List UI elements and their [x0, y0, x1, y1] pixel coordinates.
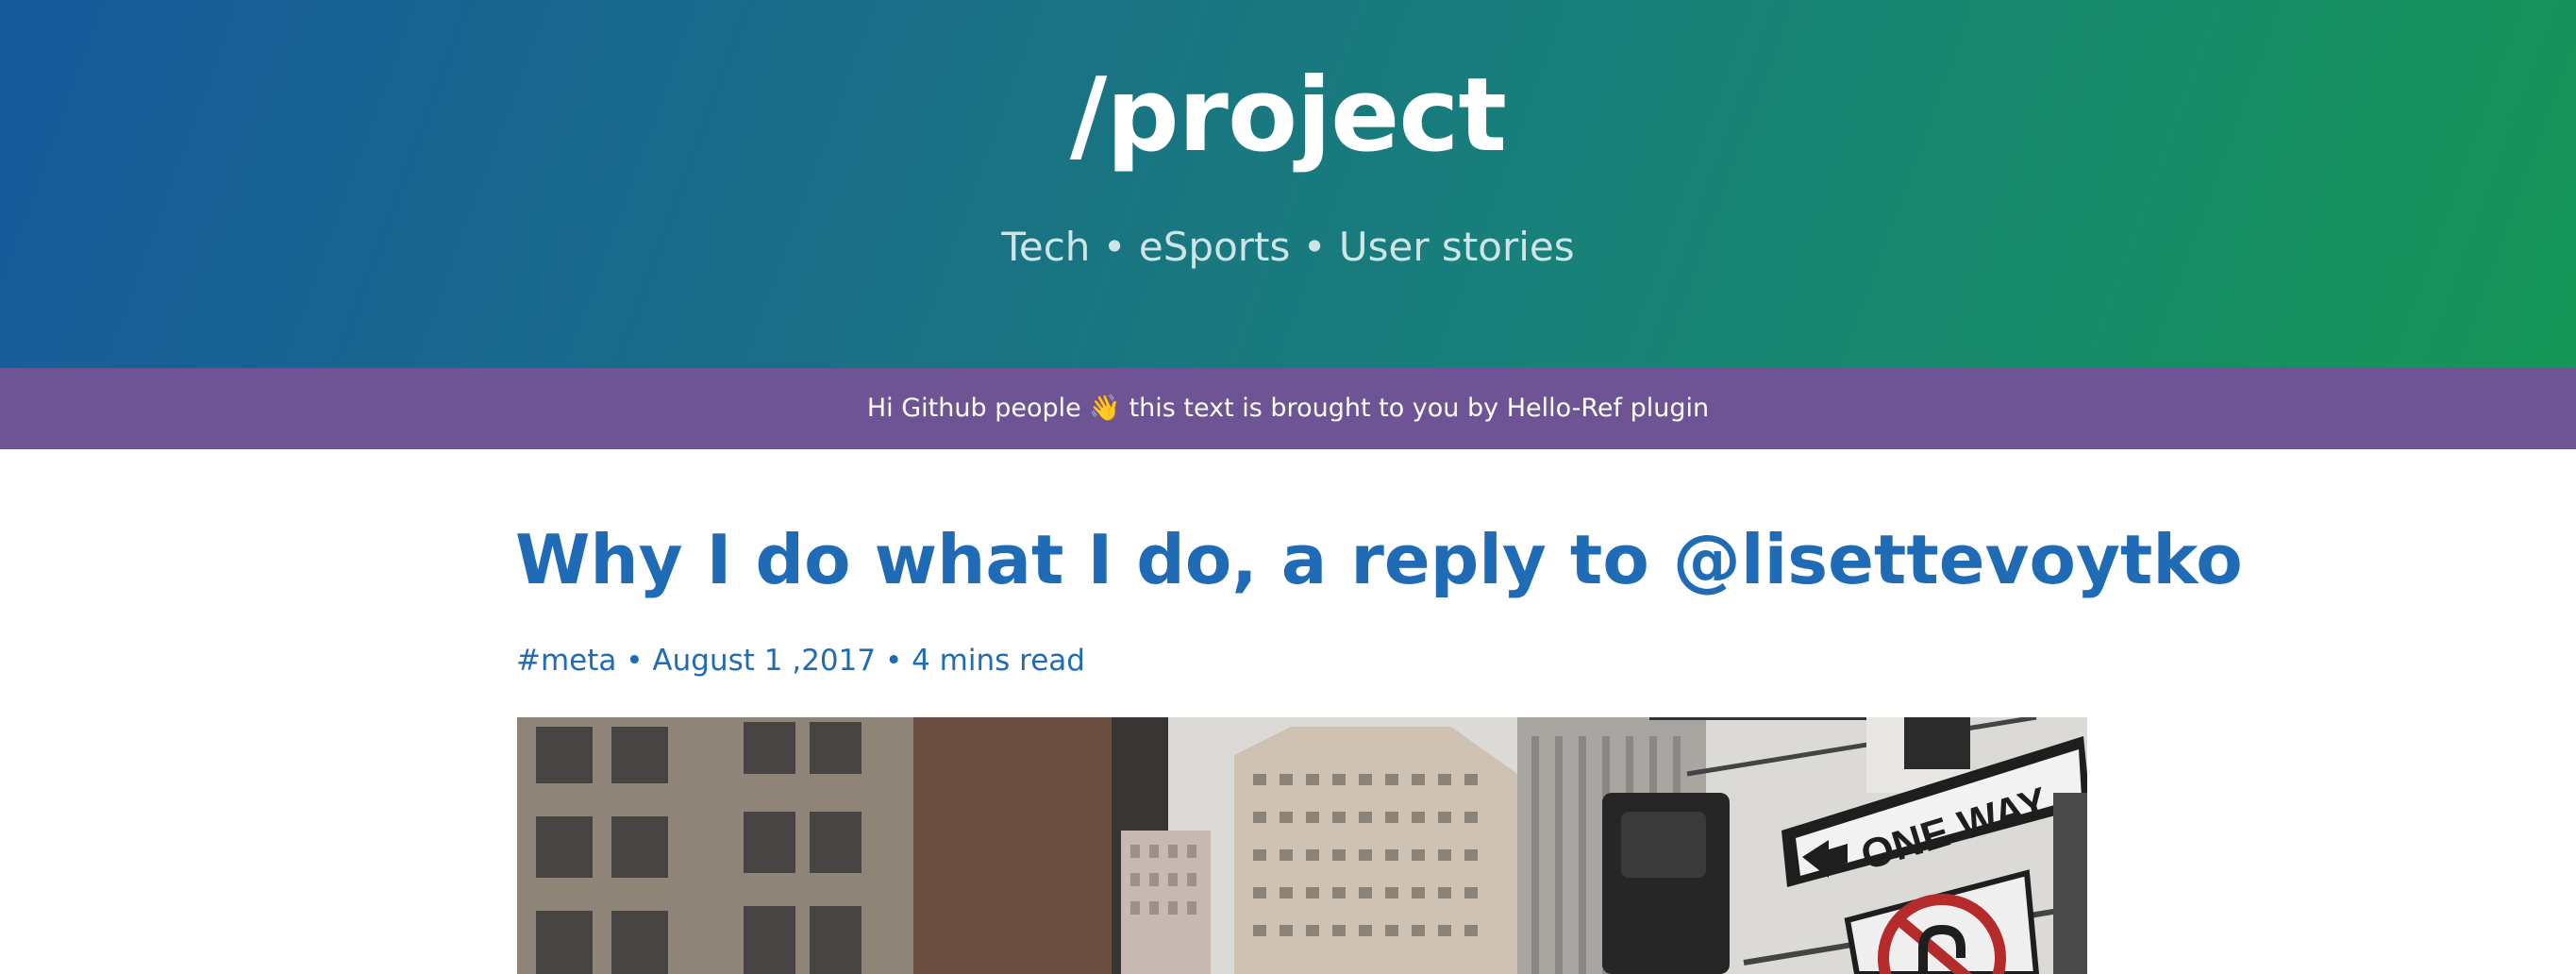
post-meta: #meta • August 1 ,2017 • 4 mins read — [516, 640, 1085, 681]
post-title-link[interactable]: Why I do what I do, a reply to @lisettev… — [515, 517, 2243, 602]
post-tag-link[interactable]: #meta — [516, 644, 616, 678]
meta-separator: • — [626, 644, 644, 678]
meta-separator: • — [884, 644, 903, 678]
building-brick — [913, 717, 1112, 974]
hello-ref-banner: Hi Github people 👋 this text is brought … — [0, 368, 2576, 449]
waving-hand-icon: 👋 — [1089, 394, 1121, 423]
site-tagline: Tech • eSports • User stories — [1001, 224, 1575, 270]
site-title-link[interactable]: /project — [0, 55, 2576, 177]
banner-text-before: Hi Github people — [866, 394, 1081, 423]
banner-text-after: this text is brought to you by Hello-Ref… — [1129, 394, 1710, 423]
post-date: August 1 ,2017 — [652, 644, 877, 678]
post-cover-image: ONE WAY — [517, 717, 2087, 974]
city-street-illustration: ONE WAY — [517, 717, 2087, 974]
post-read-time: 4 mins read — [912, 644, 1085, 678]
site-header: /project Tech • eSports • User stories — [0, 0, 2576, 368]
